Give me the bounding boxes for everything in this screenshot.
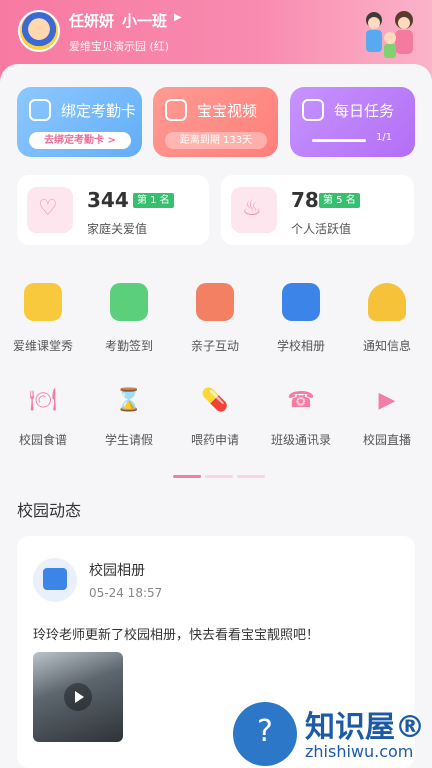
task-progress-text: 1/1: [376, 132, 393, 143]
news-time: 05-24 18:57: [89, 586, 163, 600]
section-title: 校园动态: [17, 501, 82, 520]
card-scan-icon: [29, 99, 51, 121]
grid-label: 爱维课堂秀: [12, 339, 73, 353]
news-title: 校园相册: [89, 563, 145, 579]
class-switcher[interactable]: 小一班: [122, 10, 167, 31]
activity-value: 78: [291, 188, 319, 212]
page-dot: [205, 475, 233, 478]
page-indicator: [173, 463, 269, 482]
album-icon: [33, 558, 77, 602]
family-illustration: [366, 11, 413, 58]
grid-item-album[interactable]: 学校相册: [258, 283, 344, 359]
baby-video-button[interactable]: 宝宝视频 距离到期 133天: [153, 87, 278, 157]
grid-label: 通知信息: [362, 339, 411, 353]
grid-label: 喂药申请: [190, 433, 239, 447]
grid-item-live[interactable]: ▶ 校园直播: [344, 382, 430, 448]
watermark: ? 知识屋® zhishiwu.com: [233, 700, 429, 766]
caret-right-icon[interactable]: ▶: [174, 12, 182, 23]
daily-task-button[interactable]: 每日任务 1/1: [290, 87, 415, 157]
grid-label: 校园直播: [362, 433, 411, 447]
bind-card-link[interactable]: 去绑定考勤卡 >: [29, 132, 131, 149]
news-text: 玲玲老师更新了校园相册，快去看看宝宝靓照吧！: [33, 628, 320, 643]
page-dot-active: [173, 475, 201, 478]
task-progress-bar: [312, 139, 366, 142]
grid-label: 学生请假: [104, 433, 153, 447]
heart-icon: ♡: [27, 187, 73, 233]
bind-card-button[interactable]: 绑定考勤卡 去绑定考勤卡 >: [17, 87, 142, 157]
grid-label: 亲子互动: [190, 339, 239, 353]
activity-card[interactable]: ♨ 78 第 5 名 个人活跃值: [221, 175, 414, 245]
chat-heart-icon: [196, 283, 234, 321]
flame-icon: ♨: [231, 187, 277, 233]
grid-item-medicine[interactable]: 💊 喂药申请: [172, 382, 258, 448]
calendar-check-icon: [110, 283, 148, 321]
user-name: 任妍妍: [69, 12, 115, 30]
family-care-card[interactable]: ♡ 344 第 1 名 家庭关爱值: [17, 175, 209, 245]
family-care-value: 344: [87, 188, 129, 212]
grid-label: 班级通讯录: [270, 433, 331, 447]
dish-icon: 🍽: [29, 388, 57, 413]
grid-item-menu[interactable]: 🍽 校园食谱: [0, 382, 86, 448]
video-icon: [165, 99, 187, 121]
watermark-url: zhishiwu.com: [305, 742, 414, 761]
pill-icon: 💊: [201, 388, 229, 413]
live-tv-icon: ▶: [378, 388, 396, 413]
watermark-text: 知识屋®: [305, 710, 425, 745]
bind-card-title: 绑定考勤卡: [61, 102, 137, 120]
watermark-logo-icon: ?: [233, 702, 297, 766]
page-dot: [237, 475, 265, 478]
grid-item-class-show[interactable]: 爱维课堂秀: [0, 283, 86, 359]
play-icon[interactable]: [64, 683, 92, 711]
grid-item-attendance[interactable]: 考勤签到: [86, 283, 172, 359]
grid-item-notice[interactable]: 通知信息: [344, 283, 430, 359]
grid-item-parent-child[interactable]: 亲子互动: [172, 283, 258, 359]
activity-rank: 第 5 名: [319, 193, 360, 208]
grid-item-leave[interactable]: ⌛ 学生请假: [86, 382, 172, 448]
video-expiry: 距离到期 133天: [165, 132, 267, 149]
school-name: 爱维宝贝演示园 (红): [69, 40, 170, 53]
tv-icon: [24, 283, 62, 321]
grid-label: 学校相册: [276, 339, 325, 353]
family-care-rank: 第 1 名: [133, 193, 174, 208]
grid-item-contacts[interactable]: ☎ 班级通讯录: [258, 382, 344, 448]
baby-video-title: 宝宝视频: [197, 102, 258, 120]
family-care-label: 家庭关爱值: [87, 222, 148, 236]
grid-label: 考勤签到: [104, 339, 153, 353]
book-icon: [282, 283, 320, 321]
video-thumbnail[interactable]: [33, 652, 123, 742]
hourglass-icon: ⌛: [115, 388, 143, 413]
daily-task-title: 每日任务: [334, 102, 395, 120]
phone-book-icon: ☎: [287, 388, 315, 413]
activity-label: 个人活跃值: [291, 222, 352, 236]
task-icon: [302, 99, 324, 121]
grid-label: 校园食谱: [18, 433, 67, 447]
bell-icon: [368, 283, 406, 321]
avatar[interactable]: [18, 10, 60, 52]
